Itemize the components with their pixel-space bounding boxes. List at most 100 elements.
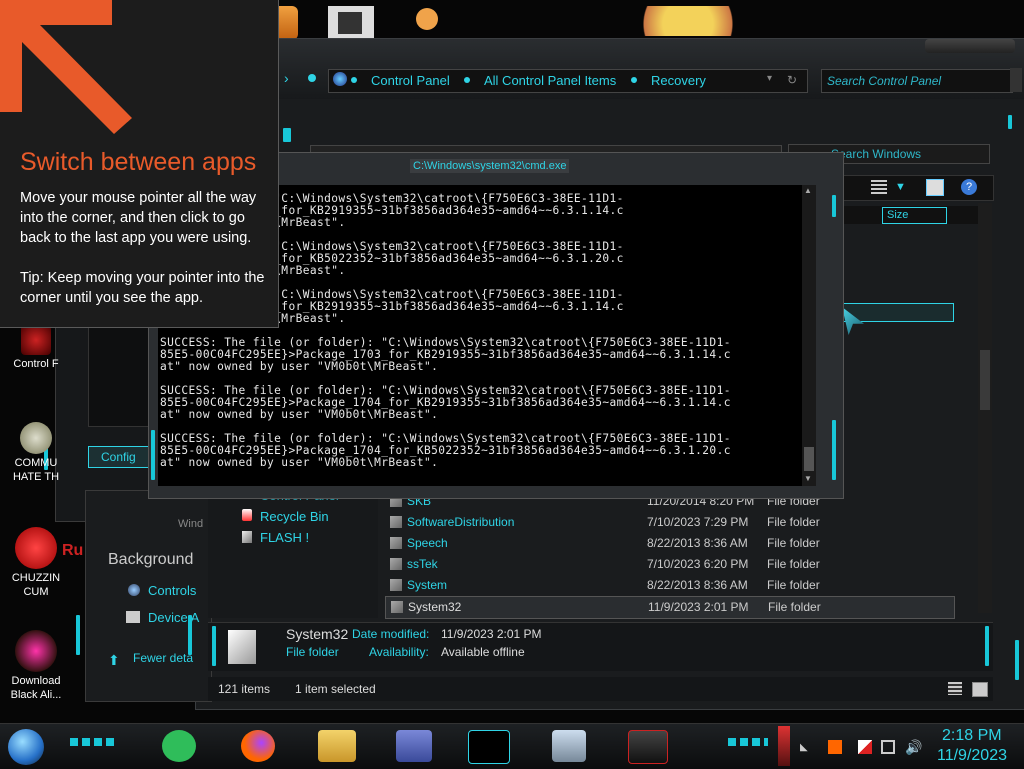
nav-flash-drive[interactable]: FLASH ! (260, 530, 309, 545)
firefox-icon[interactable] (241, 730, 275, 762)
chuzzle-icon (15, 527, 57, 569)
file-date: 8/22/2013 8:36 AM (647, 536, 748, 550)
folder-large-icon (228, 630, 256, 664)
file-date: 7/10/2023 6:20 PM (647, 557, 749, 571)
switch-apps-tip: Switch between apps Move your mouse poin… (0, 0, 279, 328)
network-icon[interactable] (881, 740, 895, 754)
breadcrumb-recovery[interactable]: Recovery (651, 73, 706, 88)
large-icons-view-icon[interactable] (972, 682, 988, 697)
taskbar-trim-icon (70, 738, 118, 746)
search-windows-placeholder: Search Windows (831, 147, 922, 161)
teal-trim (76, 615, 80, 655)
nav-recycle-bin[interactable]: Recycle Bin (260, 509, 329, 524)
desktop-icon-control-panel[interactable]: Control F (2, 325, 70, 371)
item-count: 121 items (218, 682, 271, 696)
desktop-icon-community[interactable]: COMMU HATE TH (2, 422, 70, 484)
table-row[interactable]: ssTek 7/10/2023 6:20 PM File folder (385, 554, 955, 575)
teal-trim (151, 430, 155, 480)
details-availability-value: Available offline (441, 645, 525, 659)
window-label-partial: Wind (178, 518, 204, 530)
search-scroll-icon (1010, 68, 1022, 92)
file-type: File folder (767, 536, 820, 550)
cmd-title[interactable]: C:\Windows\system32\cmd.exe (410, 159, 570, 173)
fewer-details-link[interactable]: Fewer deta (133, 651, 193, 665)
desktop-icon-label: Download Black Ali... (10, 675, 62, 701)
file-type: File folder (767, 578, 820, 592)
file-explorer-icon[interactable] (318, 730, 356, 762)
file-type: File folder (768, 600, 821, 614)
details-view-icon[interactable] (948, 682, 962, 695)
control-panel-icon[interactable] (396, 730, 432, 762)
volume-icon[interactable]: 🔊 (905, 739, 922, 756)
fewer-details-icon[interactable]: ⬆ (108, 652, 120, 669)
table-row[interactable]: SoftwareDistribution 7/10/2023 7:29 PM Fil… (385, 512, 955, 533)
breadcrumb-all-items[interactable]: All Control Panel Items (484, 73, 616, 88)
scroll-up-icon[interactable]: ▲ (804, 186, 812, 195)
help-icon[interactable]: ? (961, 179, 977, 195)
details-type: File folder (286, 645, 339, 659)
scroll-thumb[interactable] (804, 447, 814, 471)
tray-arrow-icon[interactable]: ◣ (800, 742, 808, 753)
action-center-flag-icon[interactable] (858, 740, 872, 754)
address-dropdown-icon[interactable]: ▾ (767, 73, 772, 84)
monitor-icon[interactable] (552, 730, 586, 762)
tray-app-icon[interactable] (828, 740, 842, 754)
config-button[interactable]: Config (88, 446, 152, 468)
cmd-scrollbar[interactable]: ▲ ▼ (802, 185, 816, 486)
corner-arrow-icon (0, 0, 132, 134)
refresh-icon[interactable]: ↻ (787, 73, 797, 87)
folder-icon (391, 601, 403, 613)
cmd-icon[interactable] (468, 730, 510, 764)
desktop-icon-download-alienware[interactable]: Download Black Ali... (2, 630, 70, 702)
details-availability-label: Availability: (369, 645, 429, 659)
selected-count: 1 item selected (295, 682, 376, 696)
vertical-scrollbar[interactable] (978, 203, 992, 613)
size-column-header[interactable]: Size (882, 207, 947, 224)
search-control-panel-input[interactable]: Search Control Panel (821, 69, 1013, 93)
scroll-down-icon[interactable]: ▼ (804, 474, 812, 483)
desktop-icon-label: Control F (13, 358, 59, 370)
device-link-icon (126, 611, 140, 623)
table-row[interactable]: Speech 8/22/2013 8:36 AM File folder (385, 533, 955, 554)
breadcrumb-control-panel[interactable]: Control Panel (371, 73, 450, 88)
details-date-label: Date modified: (352, 627, 430, 641)
file-name: System32 (408, 600, 462, 614)
view-options-icon[interactable] (871, 180, 887, 194)
chuzzle-logo-text: Ru (62, 542, 84, 559)
cartoon-character-icon[interactable] (628, 6, 748, 36)
alienware-app-icon[interactable] (628, 730, 668, 764)
flash-drive-icon (242, 531, 252, 543)
file-name: System (407, 578, 448, 592)
control-panel-icon (21, 325, 51, 355)
back-button[interactable]: › (284, 70, 294, 90)
teal-trim (283, 128, 291, 142)
nav-pane (208, 488, 378, 618)
clock-date[interactable]: 11/9/2023 (937, 747, 1007, 765)
back-window-panel (88, 320, 152, 427)
desktop-icon-chuzzle[interactable]: CHUZZIN CUM (2, 527, 70, 599)
breadcrumb-sep-icon (464, 77, 470, 83)
alienware-icon (15, 630, 57, 672)
top-app-icon-2[interactable] (328, 6, 374, 40)
clock-time[interactable]: 2:18 PM (942, 727, 1002, 745)
desktop-icon-label: CHUZZIN CUM (11, 572, 61, 598)
size-header-label: Size (887, 209, 909, 221)
table-row[interactable]: System 8/22/2013 8:36 AM File folder (385, 575, 955, 596)
file-date: 11/9/2023 2:01 PM (648, 600, 749, 614)
view-dropdown-icon[interactable]: ▼ (895, 181, 906, 193)
user-avatar-icon[interactable] (410, 6, 444, 40)
controls-link[interactable]: Controls (148, 583, 196, 598)
notes-app-icon[interactable] (162, 730, 196, 762)
background-heading: Background (108, 551, 194, 568)
nav-dot-icon[interactable] (308, 74, 316, 82)
file-type: File folder (767, 515, 820, 529)
teal-trim (832, 195, 836, 217)
show-desktop-indicator[interactable] (778, 726, 790, 766)
preview-pane-icon[interactable] (926, 179, 944, 196)
recycle-bin-icon (242, 509, 252, 521)
address-bar[interactable]: Control Panel All Control Panel Items Re… (328, 69, 808, 93)
window-controls[interactable] (925, 39, 1015, 53)
table-row-selected[interactable]: System32 11/9/2023 2:01 PM File folder (385, 596, 955, 619)
start-orb-icon[interactable] (8, 729, 44, 765)
folder-icon (390, 516, 402, 528)
